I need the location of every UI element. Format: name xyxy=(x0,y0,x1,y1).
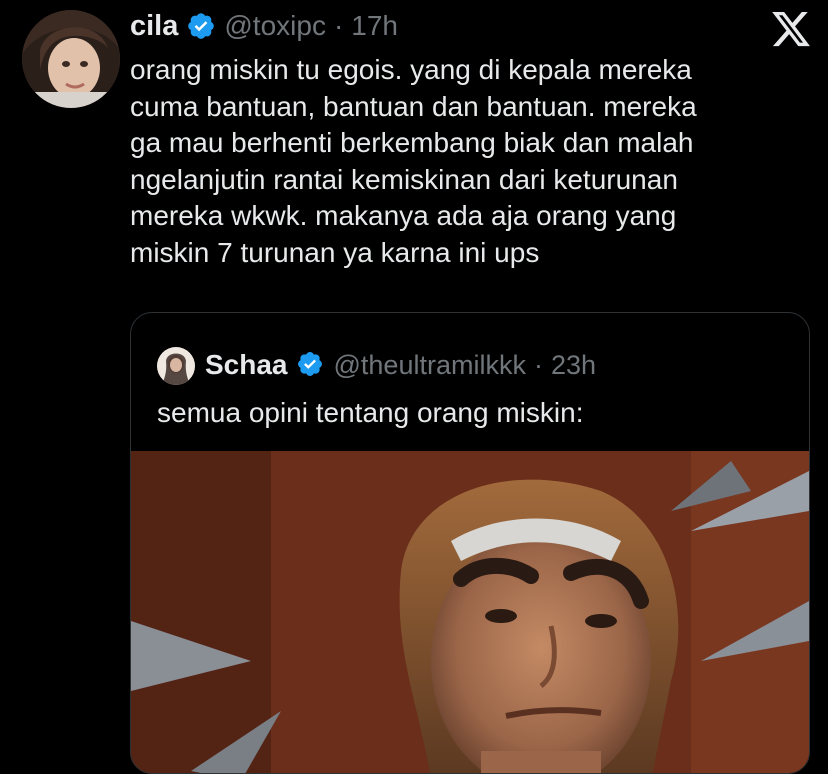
x-logo-icon[interactable] xyxy=(770,8,812,50)
author-avatar[interactable] xyxy=(22,10,120,108)
author-handle[interactable]: @toxipc xyxy=(224,10,326,42)
quote-header: Schaa @theultramilkkk · 23h xyxy=(205,343,596,387)
quote-media-image[interactable] xyxy=(131,451,809,773)
verified-badge-icon xyxy=(296,350,326,380)
quote-author-handle[interactable]: @theultramilkkk xyxy=(334,350,526,381)
tweet-header: cila @toxipc · 17h xyxy=(130,6,398,46)
tweet-text-line: cuma bantuan, bantuan dan bantuan. merek… xyxy=(130,90,697,122)
separator-dot: · xyxy=(333,10,344,41)
tweet-text-line: miskin 7 turunan ya karna ini ups xyxy=(130,236,540,268)
quote-author-name[interactable]: Schaa xyxy=(205,349,288,381)
quote-time[interactable]: 23h xyxy=(551,350,596,381)
quoted-tweet-card[interactable]: Schaa @theultramilkkk · 23h semua opini … xyxy=(130,312,810,774)
tweet-text: orang miskin tu egois. yang di kepala me… xyxy=(130,52,810,271)
quote-author-avatar[interactable] xyxy=(157,347,195,385)
tweet-time[interactable]: 17h xyxy=(351,10,398,42)
author-name[interactable]: cila xyxy=(130,10,178,43)
tweet-text-line: mereka wkwk. makanya ada aja orang yang xyxy=(130,200,677,231)
tweet-text-line: orang miskin tu egois. yang di kepala me… xyxy=(130,54,692,85)
quote-text: semua opini tentang orang miskin: xyxy=(157,397,584,428)
separator-dot: · xyxy=(533,349,543,380)
tweet-text-line: ngelanjutin rantai kemiskinan dari ketur… xyxy=(130,163,678,195)
verified-badge-icon xyxy=(186,11,216,41)
tweet-text-line: ga mau berhenti berkembang biak dan mala… xyxy=(130,127,694,158)
